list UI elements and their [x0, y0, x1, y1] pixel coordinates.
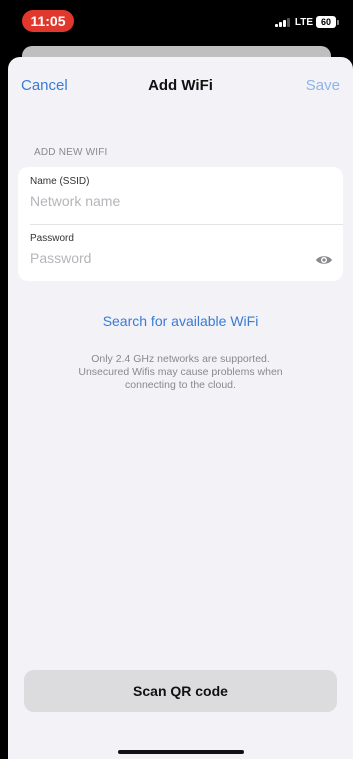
battery-icon: 60 — [316, 16, 339, 28]
password-label: Password — [30, 233, 74, 244]
scan-qr-button[interactable]: Scan QR code — [24, 670, 337, 712]
battery-level: 60 — [316, 16, 336, 28]
ssid-label: Name (SSID) — [30, 176, 90, 187]
info-line: Unsecured Wifis may cause problems when — [78, 366, 283, 378]
password-field: Password — [18, 224, 343, 281]
add-wifi-sheet: Cancel Add WiFi Save ADD NEW WIFI Name (… — [8, 57, 353, 759]
save-button[interactable]: Save — [306, 77, 340, 94]
home-indicator — [118, 750, 244, 754]
info-text: Only 2.4 GHz networks are supported. Uns… — [38, 353, 323, 392]
section-header: ADD NEW WIFI — [34, 147, 108, 158]
ssid-input[interactable] — [30, 191, 300, 211]
status-indicators: LTE 60 — [274, 14, 339, 30]
eye-icon[interactable] — [315, 254, 333, 266]
status-time: 11:05 — [22, 10, 74, 32]
ssid-field: Name (SSID) — [18, 167, 343, 225]
wifi-form-card: Name (SSID) Password — [18, 167, 343, 281]
navigation-bar: Cancel Add WiFi Save — [8, 57, 353, 113]
network-type: LTE — [294, 16, 313, 28]
page-title: Add WiFi — [148, 77, 213, 94]
signal-icon — [274, 17, 290, 27]
search-wifi-link[interactable]: Search for available WiFi — [8, 313, 353, 329]
status-bar: 11:05 LTE 60 — [0, 0, 353, 46]
info-line: Only 2.4 GHz networks are supported. — [91, 353, 270, 365]
password-input[interactable] — [30, 248, 300, 268]
info-line: connecting to the cloud. — [125, 379, 236, 391]
